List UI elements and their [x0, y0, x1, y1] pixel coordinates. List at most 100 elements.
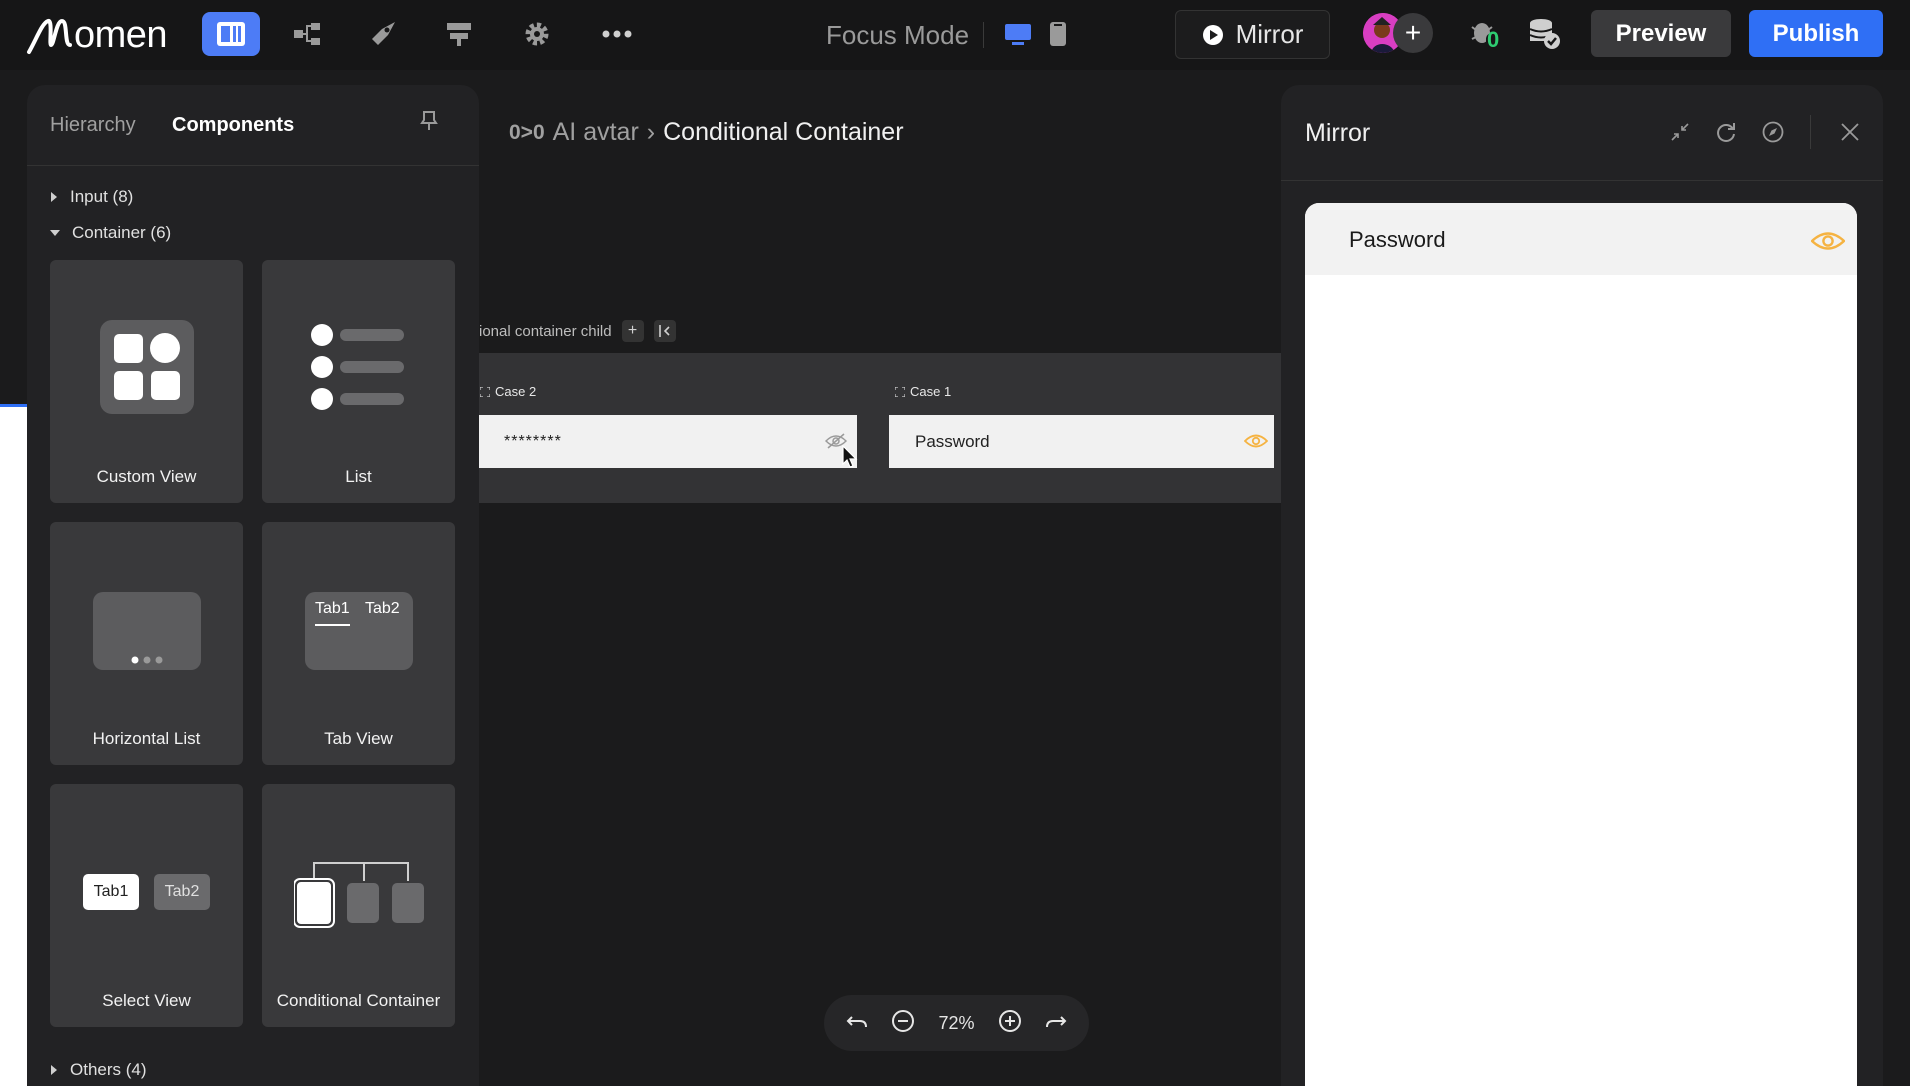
list-icon — [311, 324, 404, 410]
tab-components[interactable]: Components — [172, 114, 294, 137]
layout-icon — [447, 23, 471, 46]
panel-tabs: Hierarchy Components — [27, 85, 479, 166]
refresh-icon — [1717, 123, 1735, 142]
select-view-tab1: Tab1 — [83, 874, 139, 910]
rocket-icon — [372, 22, 395, 45]
zoom-level[interactable]: 72% — [938, 1013, 974, 1034]
debug-button[interactable]: 0 — [1465, 12, 1505, 56]
horizontal-list-icon — [93, 592, 201, 670]
password-field[interactable]: Password — [1305, 203, 1857, 275]
category-others[interactable]: Others (4) — [50, 1060, 147, 1080]
zoom-out-button[interactable] — [891, 1009, 915, 1038]
preview-button[interactable]: Preview — [1591, 10, 1731, 57]
custom-view-icon — [100, 320, 194, 414]
tab-hierarchy[interactable]: Hierarchy — [50, 114, 136, 137]
top-bar: omen Focus Mode Mirror + 0 Preview Publi… — [0, 0, 1910, 70]
breadcrumb-component-icon: 0>0 — [509, 120, 545, 144]
publish-button[interactable]: Publish — [1749, 10, 1883, 57]
component-label: Conditional Container — [276, 991, 441, 1010]
component-label: Custom View — [96, 467, 197, 486]
mobile-icon — [1050, 22, 1066, 46]
mirror-button-label: Mirror — [1235, 19, 1304, 49]
mirror-button[interactable]: Mirror — [1175, 10, 1330, 59]
database-button[interactable] — [1525, 12, 1565, 56]
breadcrumb-parent[interactable]: AI avtar — [553, 118, 639, 147]
password-label: Password — [1349, 227, 1446, 252]
conditional-container-body[interactable]: Case 2 ******** Case 1 Password — [479, 353, 1281, 503]
collapse-left-icon — [658, 325, 670, 337]
case-1-text: Case 1 — [910, 384, 952, 399]
case-1-password-field[interactable]: Password — [889, 415, 1274, 468]
minimize-button[interactable] — [1667, 119, 1693, 145]
add-collaborator-icon: + — [1404, 17, 1422, 48]
play-icon — [1202, 24, 1223, 45]
eye-icon[interactable] — [1244, 433, 1268, 449]
components-button[interactable] — [202, 12, 260, 56]
hierarchy-button[interactable] — [278, 12, 336, 56]
background-page-edge — [0, 404, 27, 1086]
add-collaborator-button[interactable]: + — [1393, 13, 1433, 53]
container-toolbar: ional container child + — [479, 320, 676, 342]
category-input[interactable]: Input (8) — [50, 187, 133, 207]
components-icon — [217, 22, 245, 46]
case-2-label[interactable]: Case 2 — [480, 384, 536, 399]
component-label: Horizontal List — [92, 729, 201, 748]
mirror-device-screen[interactable]: Password — [1305, 203, 1857, 1086]
pin-button[interactable] — [419, 110, 439, 137]
caret-right-icon — [51, 192, 57, 202]
undo-button[interactable] — [846, 1013, 868, 1034]
app-logo[interactable]: omen — [26, 10, 168, 60]
collapse-button[interactable] — [653, 320, 676, 342]
pin-icon — [420, 111, 438, 130]
gear-icon — [525, 22, 549, 46]
component-select-view[interactable]: Tab1 Tab2 Select View — [50, 784, 243, 1027]
divider — [983, 22, 984, 48]
minimize-icon — [1671, 123, 1689, 141]
component-horizontal-list[interactable]: Horizontal List — [50, 522, 243, 765]
category-input-label: Input (8) — [70, 187, 134, 206]
components-panel: Hierarchy Components Input (8) Container… — [27, 85, 479, 1086]
mirror-panel: Mirror Password — [1281, 85, 1883, 1086]
tab-view-tab2: Tab2 — [365, 600, 400, 617]
actions-button[interactable] — [354, 12, 412, 56]
zoom-out-icon — [892, 1009, 915, 1032]
mobile-view-button[interactable] — [1040, 12, 1076, 56]
component-label: List — [345, 467, 372, 486]
caret-right-icon — [51, 1065, 57, 1075]
zoom-in-button[interactable] — [998, 1009, 1022, 1038]
more-icon — [602, 30, 632, 38]
close-button[interactable] — [1837, 119, 1863, 145]
refresh-button[interactable] — [1713, 119, 1739, 145]
frame-icon — [895, 386, 905, 397]
breadcrumb-current: Conditional Container — [663, 118, 904, 146]
component-conditional-container[interactable]: Conditional Container — [262, 784, 455, 1027]
debug-count-badge: 0 — [1487, 27, 1500, 52]
design-canvas[interactable]: 0>0 AI avtar › Conditional Container ion… — [479, 70, 1281, 1086]
category-container-label: Container (6) — [72, 223, 172, 242]
redo-icon — [1046, 1015, 1067, 1027]
case-2-password-field[interactable]: ******** — [479, 415, 858, 468]
hierarchy-tree-icon — [294, 23, 320, 45]
navigate-button[interactable] — [1760, 119, 1786, 145]
add-case-button[interactable]: + — [621, 320, 644, 342]
case-2-text: Case 2 — [495, 384, 537, 399]
desktop-view-button[interactable] — [1000, 12, 1036, 56]
mirror-title: Mirror — [1305, 119, 1371, 147]
component-tab-view[interactable]: Tab1 Tab2 Tab View — [262, 522, 455, 765]
plus-icon: + — [627, 322, 638, 339]
select-view-tab2: Tab2 — [154, 874, 210, 910]
zoom-in-icon — [998, 1009, 1021, 1032]
redo-button[interactable] — [1045, 1013, 1067, 1034]
component-custom-view[interactable]: Custom View — [50, 260, 243, 503]
settings-button[interactable] — [508, 12, 566, 56]
more-button[interactable] — [588, 12, 646, 56]
focus-mode-toggle[interactable]: Focus Mode — [826, 20, 969, 51]
tab-view-tab1: Tab1 — [315, 600, 350, 626]
eye-icon[interactable] — [1811, 230, 1845, 252]
frame-icon — [480, 386, 490, 397]
layout-button[interactable] — [430, 12, 488, 56]
case-2-password-value: ******** — [504, 432, 562, 450]
case-1-label[interactable]: Case 1 — [895, 384, 951, 399]
component-list[interactable]: List — [262, 260, 455, 503]
category-container[interactable]: Container (6) — [50, 223, 171, 243]
